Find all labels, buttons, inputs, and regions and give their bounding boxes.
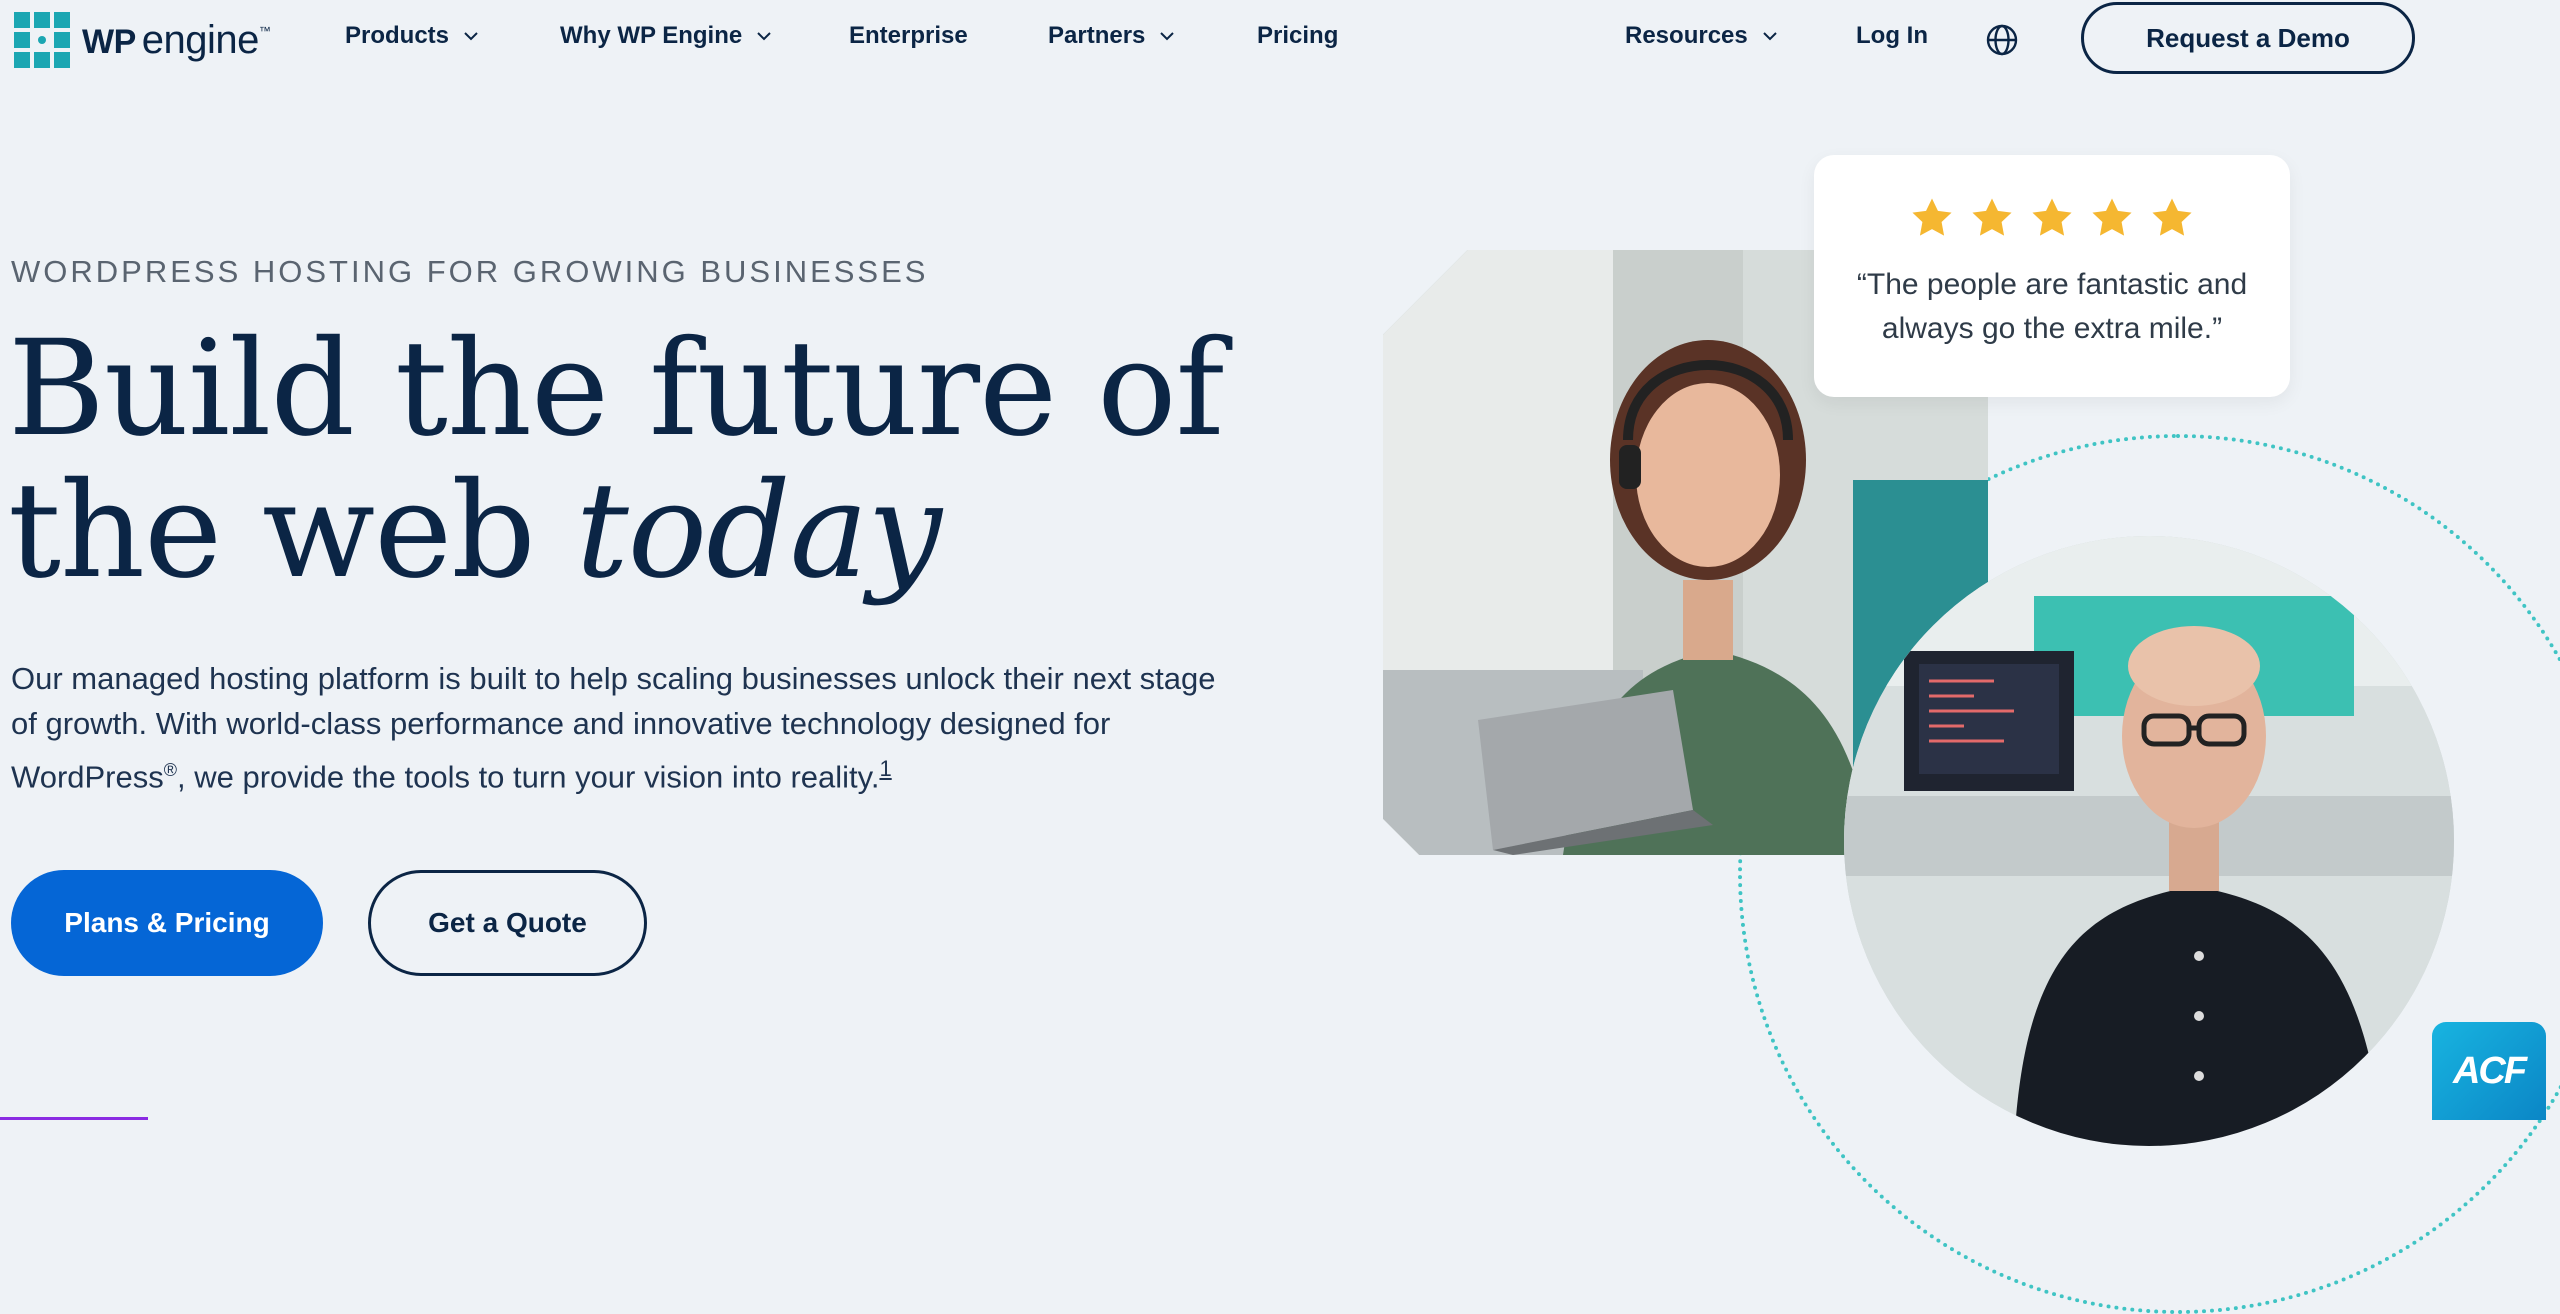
- request-demo-button[interactable]: Request a Demo: [2081, 2, 2415, 74]
- nav-enterprise-label: Enterprise: [849, 22, 968, 49]
- footnote-link[interactable]: 1: [879, 756, 891, 781]
- globe-icon[interactable]: [1984, 22, 2020, 58]
- login-link[interactable]: Log In: [1856, 22, 1928, 50]
- logo-engine-text: engine: [141, 17, 260, 62]
- wp-engine-grid-icon: [14, 12, 70, 68]
- nav-products[interactable]: Products: [345, 22, 479, 50]
- chevron-down-icon: [1762, 28, 1778, 44]
- nav-why-wp-engine[interactable]: Why WP Engine: [560, 22, 772, 50]
- review-quote: “The people are fantastic and always go …: [1856, 268, 2248, 345]
- hero-description: Our managed hosting platform is built to…: [11, 656, 1231, 799]
- nav-partners-label: Partners: [1048, 22, 1146, 49]
- photo-developer: [1844, 536, 2454, 1146]
- headline-line-1: Build the future of: [8, 312, 1224, 466]
- star-icon: [1912, 198, 1952, 236]
- registered-mark: ®: [163, 760, 178, 780]
- chevron-down-icon: [756, 28, 772, 44]
- star-icon: [2152, 198, 2192, 236]
- chevron-down-icon: [1159, 28, 1175, 44]
- acf-badge[interactable]: ACF: [2432, 1022, 2546, 1120]
- site-header: WP engine ™ Products Why WP Engine Enter…: [0, 0, 2560, 80]
- chevron-down-icon: [463, 28, 479, 44]
- logo-trademark: ™: [258, 23, 271, 38]
- star-icon: [1972, 198, 2012, 236]
- nav-pricing[interactable]: Pricing: [1257, 22, 1338, 50]
- nav-why-wp-engine-label: Why WP Engine: [560, 22, 743, 49]
- star-icon: [2092, 198, 2132, 236]
- hero-headline: Build the future of the web today: [8, 318, 1224, 602]
- nav-resources[interactable]: Resources: [1625, 22, 1778, 50]
- nav-products-label: Products: [345, 22, 450, 49]
- nav-pricing-label: Pricing: [1257, 22, 1339, 49]
- star-rating: [1814, 195, 2290, 241]
- logo-wp-text: WP: [82, 22, 136, 61]
- get-quote-button[interactable]: Get a Quote: [368, 870, 647, 976]
- wp-engine-logo[interactable]: WP engine ™: [14, 12, 271, 68]
- login-label: Log In: [1856, 22, 1928, 49]
- headline-line-2: the web: [8, 454, 576, 608]
- nav-enterprise[interactable]: Enterprise: [849, 22, 968, 50]
- star-icon: [2032, 198, 2072, 236]
- nav-resources-label: Resources: [1625, 22, 1748, 49]
- nav-partners[interactable]: Partners: [1048, 22, 1175, 50]
- plans-pricing-button[interactable]: Plans & Pricing: [11, 870, 323, 976]
- hero-description-part-2: , we provide the tools to turn your visi…: [177, 759, 880, 795]
- logo-wordmark: WP engine ™: [82, 18, 271, 63]
- review-card: “The people are fantastic and always go …: [1814, 155, 2290, 397]
- headline-italic-word: today: [575, 454, 942, 608]
- hero-eyebrow: WORDPRESS HOSTING FOR GROWING BUSINESSES: [11, 254, 929, 289]
